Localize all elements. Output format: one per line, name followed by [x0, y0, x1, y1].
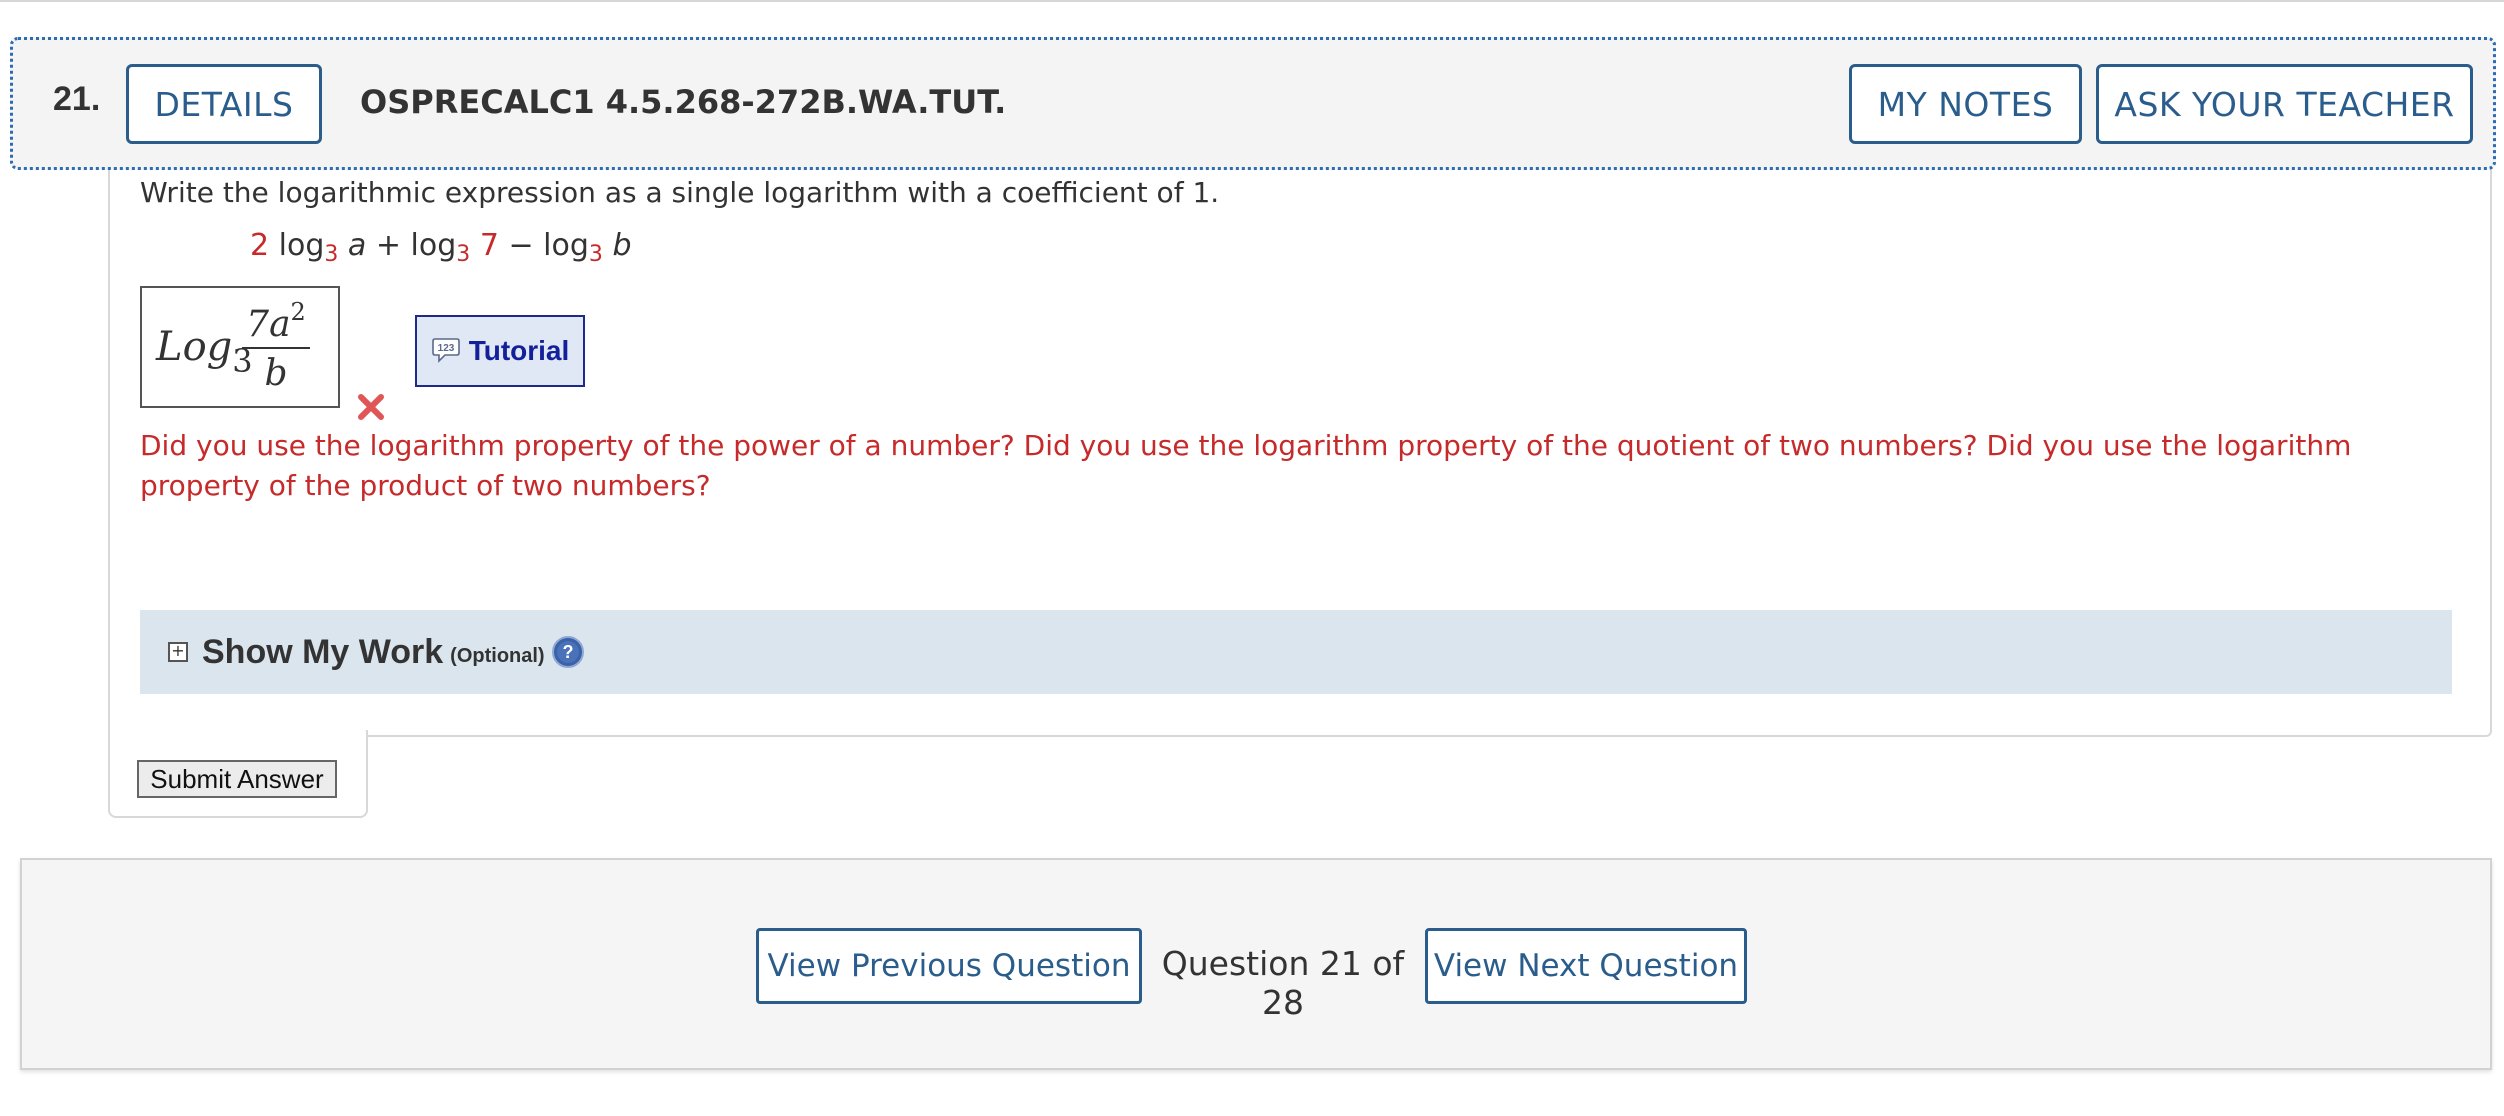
show-my-work-panel: + Show My Work (Optional) ? — [140, 610, 2452, 694]
view-next-question-button[interactable]: View Next Question — [1425, 928, 1747, 1004]
svg-text:123: 123 — [437, 343, 454, 354]
feedback-message: Did you use the logarithm property of th… — [140, 429, 2352, 502]
question-instructions: Write the logarithmic expression as a si… — [140, 176, 1220, 209]
coefficient: 2 — [250, 228, 270, 263]
log-base: 3 — [588, 242, 603, 267]
top-divider — [0, 0, 2504, 2]
variable-a: a — [347, 228, 367, 263]
incorrect-x-icon — [358, 394, 384, 420]
variable-b: b — [612, 228, 632, 263]
my-notes-button[interactable]: MY NOTES — [1849, 64, 2082, 144]
svg-text:?: ? — [562, 642, 573, 662]
question-header: 21. DETAILS OSPRECALC1 4.5.268-272B.WA.T… — [10, 37, 2496, 170]
answer-fraction: 7a2 b — [242, 298, 310, 394]
log-base: 3 — [324, 242, 339, 267]
help-icon[interactable]: ? — [551, 636, 584, 668]
submit-answer-button[interactable]: Submit Answer — [137, 760, 337, 798]
answer-input[interactable]: Log3 7a2 b — [140, 286, 340, 408]
answer-exponent: 2 — [290, 298, 306, 326]
question-counter: Question 21 of 28 — [1161, 944, 1405, 1022]
optional-label: (Optional) — [450, 644, 545, 667]
view-previous-question-button[interactable]: View Previous Question — [756, 928, 1142, 1004]
show-my-work-title[interactable]: Show My Work — [202, 633, 443, 672]
answer-denominator: b — [264, 353, 288, 394]
log-expression: 2 log3 a + log3 7 − log3 b — [250, 228, 632, 267]
answer-log: Log3 — [156, 324, 253, 380]
expand-toggle-icon[interactable]: + — [168, 642, 188, 662]
details-button[interactable]: DETAILS — [126, 64, 322, 144]
answer-numerator: 7a — [246, 304, 291, 345]
tutorial-label: Tutorial — [468, 335, 570, 366]
log-base: 3 — [456, 242, 471, 267]
ask-your-teacher-button[interactable]: ASK YOUR TEACHER — [2096, 64, 2473, 144]
log-argument: 7 — [479, 228, 499, 263]
question-navigation: View Previous Question Question 21 of 28… — [20, 858, 2492, 1070]
question-code: OSPRECALC1 4.5.268-272B.WA.TUT. — [360, 83, 1007, 121]
question-number: 21. — [53, 80, 101, 118]
tutorial-button[interactable]: 123 Tutorial — [415, 315, 585, 387]
speech-bubble-icon: 123 — [431, 338, 460, 363]
